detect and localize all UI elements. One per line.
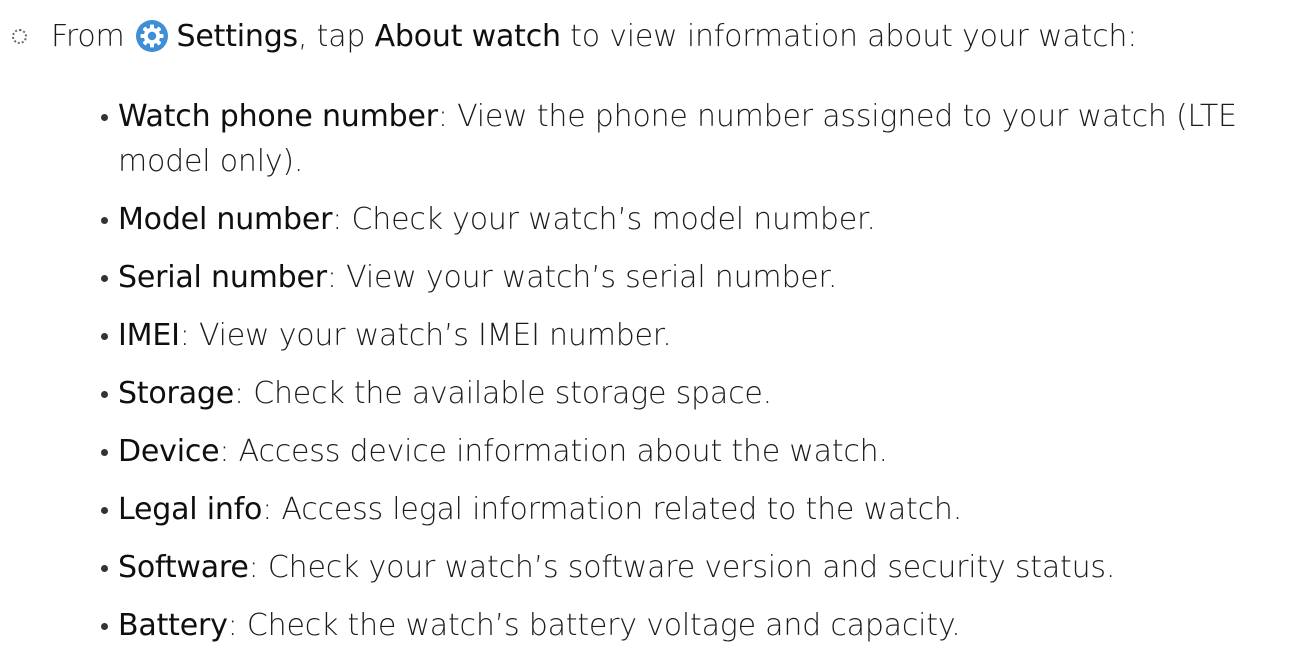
item-term: Battery bbox=[118, 608, 228, 643]
item-description: : View your watch’s serial number. bbox=[326, 260, 838, 295]
item-description: : View your watch’s IMEI number. bbox=[179, 318, 672, 353]
step-instruction: From Settings , tap About watch to view … bbox=[0, 8, 1137, 64]
list-item-storage: Storage: Check the available storage spa… bbox=[101, 371, 1288, 416]
settings-gear-icon bbox=[135, 20, 168, 52]
list-item-serial-number: Serial number: View your watch’s serial … bbox=[101, 255, 1288, 300]
list-item-legal-info: Legal info: Access legal information rel… bbox=[101, 487, 1288, 532]
step-marker-icon bbox=[12, 28, 27, 44]
instruction-block: From Settings , tap About watch to view … bbox=[0, 0, 1296, 659]
list-item-software: Software: Check your watch’s software ve… bbox=[101, 545, 1288, 590]
settings-label: Settings bbox=[176, 18, 299, 54]
item-term: Model number bbox=[118, 202, 333, 237]
list-item-imei: IMEI: View your watch’s IMEI number. bbox=[101, 313, 1288, 358]
item-term: Storage bbox=[118, 376, 234, 411]
item-description: : Check your watch’s model number. bbox=[332, 202, 876, 237]
item-term: Device bbox=[118, 434, 220, 469]
item-description: : Access legal information related to th… bbox=[262, 492, 963, 527]
step-suffix: to view information about your watch: bbox=[570, 18, 1138, 54]
item-description: : Access device information about the wa… bbox=[219, 434, 888, 469]
item-term: Software bbox=[118, 550, 249, 585]
item-description: : Check your watch’s software version an… bbox=[248, 550, 1116, 585]
list-item-battery: Battery: Check the watch’s battery volta… bbox=[101, 603, 1288, 648]
item-term: IMEI bbox=[118, 318, 180, 353]
item-description: : Check the watch’s battery voltage and … bbox=[227, 608, 961, 643]
item-term: Watch phone number bbox=[118, 99, 438, 134]
item-term: Serial number bbox=[118, 260, 327, 295]
step-prefix: From bbox=[51, 18, 125, 54]
list-item-watch-phone-number: Watch phone number: View the phone numbe… bbox=[101, 94, 1288, 184]
list-item-model-number: Model number: Check your watch’s model n… bbox=[101, 197, 1288, 242]
step-middle: , tap bbox=[297, 18, 366, 54]
about-watch-options-list: Watch phone number: View the phone numbe… bbox=[101, 94, 1288, 661]
list-item-device: Device: Access device information about … bbox=[101, 429, 1288, 474]
item-description: : Check the available storage space. bbox=[233, 376, 772, 411]
about-watch-label: About watch bbox=[374, 18, 561, 54]
item-term: Legal info bbox=[118, 492, 263, 527]
